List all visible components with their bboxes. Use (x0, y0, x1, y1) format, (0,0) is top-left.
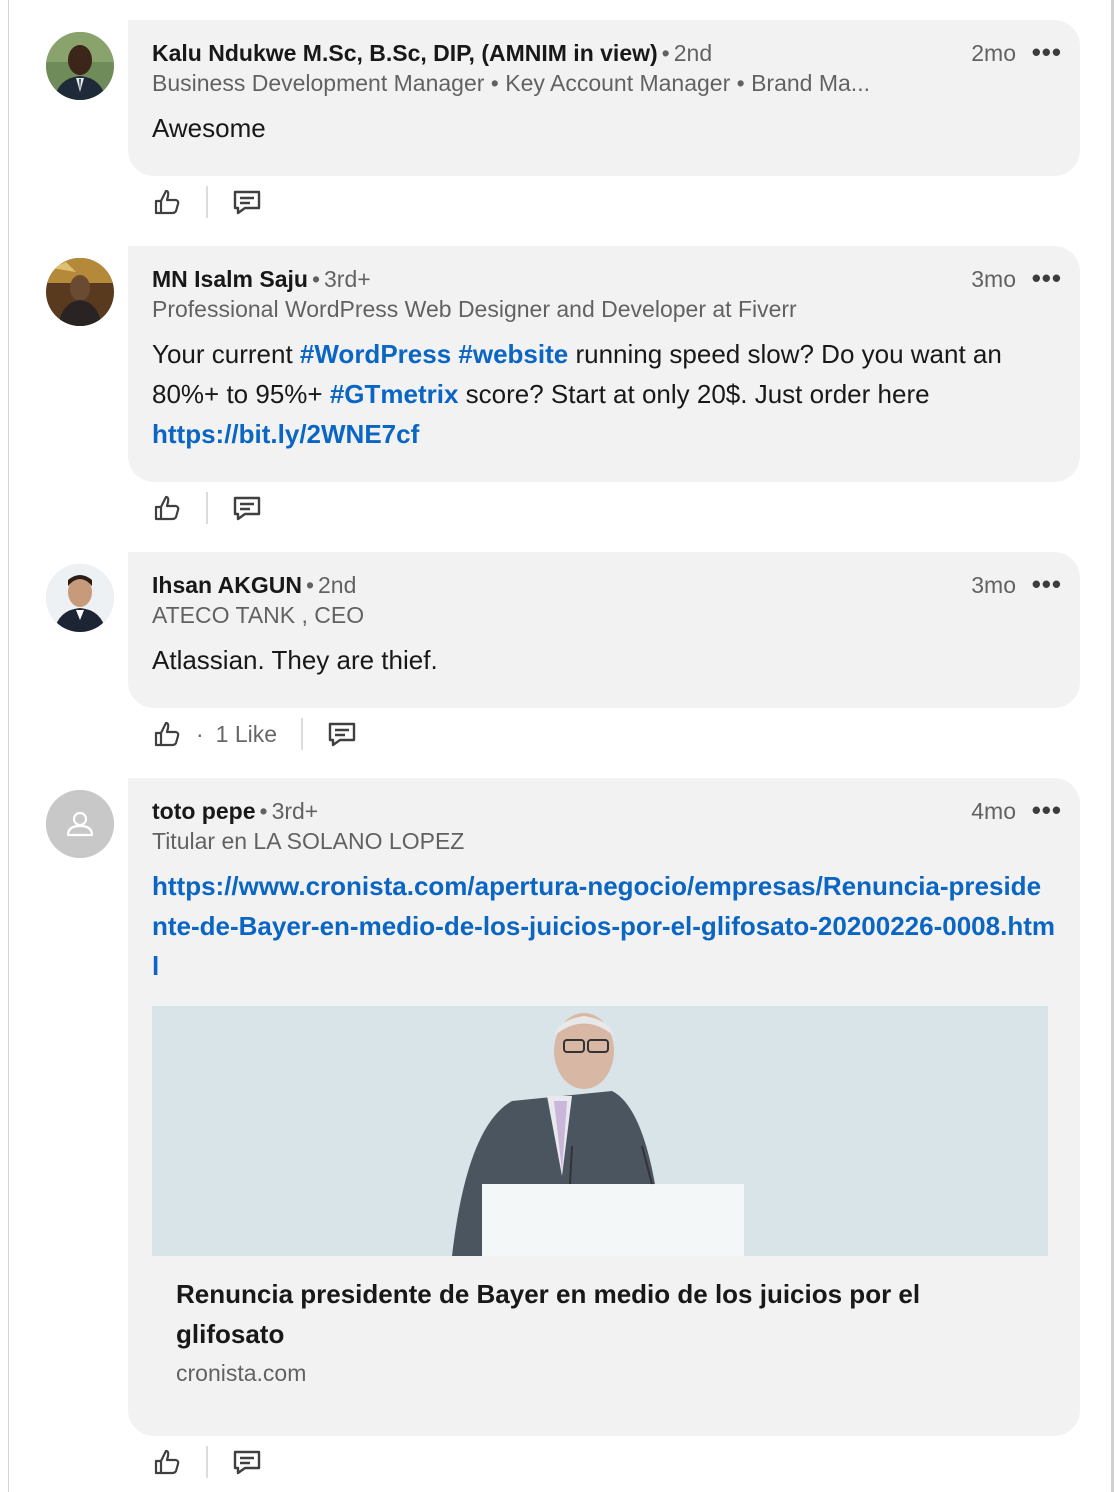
preview-source: cronista.com (176, 1360, 307, 1386)
author-headline: ATECO TANK , CEO (152, 602, 365, 628)
author-headline: Professional WordPress Web Designer and … (152, 296, 797, 322)
comment-actions (152, 1442, 262, 1482)
author-name[interactable]: MN Isalm Saju (152, 266, 308, 292)
avatar[interactable] (46, 564, 114, 632)
like-icon[interactable] (152, 493, 182, 523)
more-options-icon[interactable]: ••• (1032, 264, 1062, 292)
url-link[interactable]: https://bit.ly/2WNE7cf (152, 419, 419, 449)
avatar-placeholder-icon[interactable] (46, 790, 114, 858)
connection-degree: 2nd (673, 40, 713, 66)
separator-dot: • (305, 572, 315, 598)
link-preview-card[interactable]: Renuncia presidente de Bayer en medio de… (152, 1006, 1048, 1390)
connection-degree: 3rd+ (324, 266, 371, 292)
comment-time: 3mo (971, 266, 1016, 292)
comment-actions (152, 182, 262, 222)
like-icon[interactable] (152, 1447, 182, 1477)
comment-time: 4mo (971, 798, 1016, 824)
comment-bubble: Ihsan AKGUN • 2nd ATECO TANK , CEO 3mo •••… (128, 552, 1080, 708)
action-divider (206, 1446, 208, 1478)
more-options-icon[interactable]: ••• (1032, 796, 1062, 824)
separator-dot: • (311, 266, 320, 292)
author-name[interactable]: Kalu Ndukwe M.Sc, B.Sc, DIP, (AMNIM in v… (152, 40, 658, 66)
comment-bubble: MN Isalm Saju • 3rd+ Professional WordPres… (128, 246, 1080, 482)
avatar[interactable] (46, 32, 114, 100)
connection-degree: 2nd (318, 572, 357, 598)
avatar[interactable] (46, 258, 114, 326)
comment-text: Your current #WordPress #website running… (152, 334, 1056, 454)
author-headline: Titular en LA SOLANO LOPEZ (152, 828, 465, 854)
comment-time: 3mo (971, 572, 1016, 598)
action-divider (301, 718, 304, 750)
preview-image[interactable] (152, 1006, 1048, 1256)
comment-actions: · 1 Like (152, 714, 357, 754)
url-link[interactable]: https://www.cronista.com/apertura-negoci… (152, 871, 1055, 981)
connection-degree: 3rd+ (271, 798, 319, 824)
reply-icon[interactable] (232, 493, 262, 523)
reply-icon[interactable] (232, 1447, 262, 1477)
more-options-icon[interactable]: ••• (1032, 38, 1062, 66)
like-icon[interactable] (152, 719, 182, 749)
action-divider (206, 492, 208, 524)
comment-bubble: toto pepe • 3rd+ Titular en LA SOLANO LOPE… (128, 778, 1080, 1436)
reply-icon[interactable] (327, 719, 357, 749)
author-name[interactable]: Ihsan AKGUN (152, 572, 302, 598)
likes-separator-dot: · (196, 720, 204, 747)
text-segment: Your current (152, 339, 300, 369)
separator-dot: • (661, 40, 670, 66)
author-name[interactable]: toto pepe (152, 798, 256, 824)
more-options-icon[interactable]: ••• (1032, 570, 1062, 598)
comment-actions (152, 488, 262, 528)
preview-title[interactable]: Renuncia presidente de Bayer en medio de… (152, 1256, 1048, 1354)
author-headline: Business Development Manager • Key Accou… (152, 70, 870, 96)
comment-bubble: Kalu Ndukwe M.Sc, B.Sc, DIP, (AMNIM in v… (128, 20, 1080, 176)
comment-text: Atlassian. They are thief. (152, 645, 438, 675)
hashtag-link[interactable]: #website (458, 339, 568, 369)
hashtag-link[interactable]: #GTmetrix (330, 379, 459, 409)
comment-text: https://www.cronista.com/apertura-negoci… (152, 866, 1056, 986)
like-icon[interactable] (152, 187, 182, 217)
comment-time: 2mo (971, 40, 1016, 66)
like-count[interactable]: 1 Like (216, 721, 277, 748)
text-segment: score? Start at only 20$. Just order her… (458, 379, 945, 409)
reply-icon[interactable] (232, 187, 262, 217)
hashtag-link[interactable]: #WordPress (300, 339, 451, 369)
separator-dot: • (259, 798, 268, 824)
left-frame-border (0, 0, 9, 1492)
comment-text: Awesome (152, 113, 266, 143)
action-divider (206, 186, 208, 218)
